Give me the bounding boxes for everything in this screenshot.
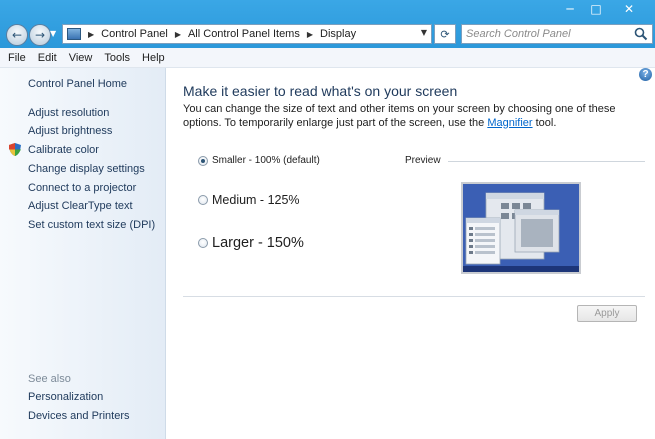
apply-button[interactable]: Apply	[577, 305, 637, 322]
description-tail: tool.	[532, 116, 557, 129]
description-text: You can change the size of text and othe…	[183, 103, 633, 130]
menu-edit[interactable]: Edit	[38, 52, 57, 64]
task-pane: Control Panel Home Adjust resolution Adj…	[0, 68, 166, 439]
option-larger[interactable]: Larger - 150%	[198, 235, 304, 251]
breadcrumb-all-items[interactable]: All Control Panel Items	[188, 28, 300, 40]
help-icon[interactable]: ?	[639, 68, 652, 81]
adjust-resolution-link[interactable]: Adjust resolution	[28, 107, 109, 119]
search-input[interactable]	[466, 26, 626, 42]
preview-image	[461, 182, 581, 274]
radio-smaller[interactable]	[198, 155, 208, 166]
option-smaller-label: Smaller - 100% (default)	[212, 155, 320, 166]
search-icon[interactable]	[634, 27, 648, 41]
personalization-link[interactable]: Personalization	[28, 391, 103, 403]
breadcrumb-display[interactable]: Display	[320, 28, 356, 40]
back-arrow-icon: ←	[11, 28, 23, 42]
preview-divider	[448, 161, 645, 162]
custom-text-size-link[interactable]: Set custom text size (DPI)	[28, 219, 155, 231]
see-also-title: See also	[28, 373, 71, 385]
shield-icon	[9, 143, 21, 156]
breadcrumb-separator-icon: ▶	[88, 29, 95, 39]
minimize-button[interactable]: ─	[557, 0, 583, 18]
forward-arrow-icon: →	[34, 28, 46, 42]
breadcrumb-separator-icon[interactable]: ▶	[307, 30, 313, 39]
radio-medium[interactable]	[198, 195, 208, 205]
menu-tools[interactable]: Tools	[104, 52, 130, 64]
back-button[interactable]: ←	[6, 24, 28, 46]
refresh-icon: ⟳	[440, 27, 450, 41]
recent-pages-dropdown[interactable]: ▼	[50, 29, 56, 38]
calibrate-color-link[interactable]: Calibrate color	[28, 144, 99, 156]
refresh-button[interactable]: ⟳	[434, 24, 456, 44]
page-title: Make it easier to read what's on your sc…	[183, 83, 458, 99]
menu-help[interactable]: Help	[142, 52, 165, 64]
content-divider	[183, 296, 645, 297]
close-button[interactable]: ✕	[609, 0, 649, 18]
breadcrumb-control-panel[interactable]: Control Panel	[101, 28, 168, 40]
breadcrumb-separator-icon[interactable]: ▶	[175, 30, 181, 39]
maximize-button[interactable]: □	[583, 0, 609, 18]
title-bar: ─ □ ✕ ← → ▼ ▶ Control Panel ▶ All Contro…	[0, 0, 655, 48]
control-panel-home-link[interactable]: Control Panel Home	[28, 78, 127, 90]
option-smaller[interactable]: Smaller - 100% (default)	[198, 155, 320, 166]
adjust-cleartype-link[interactable]: Adjust ClearType text	[28, 200, 133, 212]
main-content: ? Make it easier to read what's on your …	[166, 68, 655, 439]
radio-larger[interactable]	[198, 238, 208, 248]
connect-projector-link[interactable]: Connect to a projector	[28, 182, 136, 194]
address-dropdown-icon[interactable]: ▼	[421, 28, 427, 37]
preview-label: Preview	[405, 155, 441, 166]
forward-button[interactable]: →	[29, 24, 51, 46]
menu-view[interactable]: View	[69, 52, 93, 64]
control-panel-icon	[67, 28, 81, 40]
change-display-settings-link[interactable]: Change display settings	[28, 163, 145, 175]
option-larger-label: Larger - 150%	[212, 235, 304, 251]
option-medium-label: Medium - 125%	[212, 193, 300, 207]
adjust-brightness-link[interactable]: Adjust brightness	[28, 125, 112, 137]
search-box[interactable]	[461, 24, 653, 44]
menu-file[interactable]: File	[8, 52, 26, 64]
window-controls: ─ □ ✕	[557, 0, 649, 18]
menu-bar: File Edit View Tools Help	[0, 48, 655, 68]
address-bar[interactable]: ▶ Control Panel ▶ All Control Panel Item…	[62, 24, 432, 44]
devices-printers-link[interactable]: Devices and Printers	[28, 410, 130, 422]
magnifier-link[interactable]: Magnifier	[487, 117, 532, 129]
option-medium[interactable]: Medium - 125%	[198, 193, 300, 207]
